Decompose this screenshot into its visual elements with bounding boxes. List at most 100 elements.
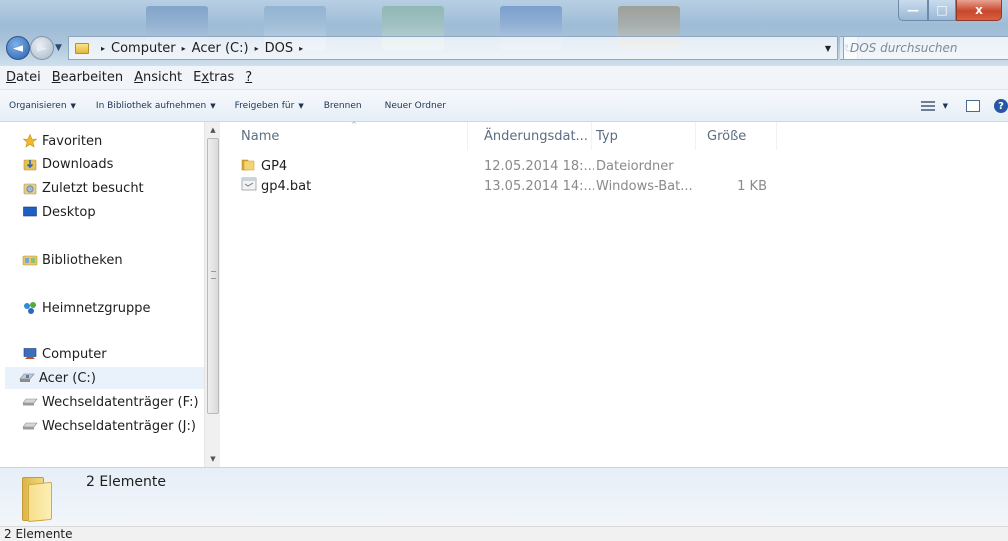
include-in-library-button[interactable]: In Bibliothek aufnehmen ▼ (96, 101, 216, 111)
downloads-folder-icon (22, 156, 38, 172)
close-button[interactable]: x (956, 0, 1002, 21)
status-bar: 2 Elemente (0, 526, 1008, 541)
chevron-right-icon[interactable]: ▸ (255, 44, 259, 53)
file-size-cell (707, 156, 767, 176)
nav-libraries[interactable]: Bibliotheken (22, 249, 226, 271)
nav-label: Acer (C:) (39, 370, 96, 386)
folder-icon (241, 158, 255, 175)
menu-accelerator: D (6, 70, 17, 85)
file-date-cell: 12.05.2014 18:... (484, 158, 594, 174)
nav-favorites[interactable]: Favoriten (22, 130, 226, 152)
menu-extras[interactable]: Extras (193, 70, 234, 85)
back-button[interactable]: ◄ (6, 36, 30, 60)
search-box (843, 36, 1008, 60)
sort-indicator-icon: ^ (351, 121, 357, 129)
menu-label: nsicht (143, 70, 183, 85)
menu-accelerator: ? (245, 70, 253, 85)
nav-label: Wechseldatenträger (J:) (42, 418, 196, 434)
recent-pages-dropdown[interactable]: ▼ (55, 43, 62, 53)
nav-drive-f[interactable]: Wechseldatenträger (F:) (22, 391, 226, 413)
batch-file-icon (241, 177, 257, 195)
menu-datei[interactable]: Datei (6, 70, 41, 85)
star-icon (22, 133, 38, 149)
nav-label: Zuletzt besucht (42, 180, 144, 196)
file-row[interactable]: gp4.bat 13.05.2014 14:... Windows-Bat...… (221, 176, 781, 196)
nav-label: Downloads (42, 156, 114, 172)
column-label: Größe (707, 128, 747, 144)
breadcrumb-computer[interactable]: Computer (111, 41, 176, 56)
column-header-size[interactable]: Größe (687, 122, 777, 150)
removable-drive-icon (22, 418, 38, 434)
new-folder-label: Neuer Ordner (384, 100, 446, 111)
folder-icon (22, 473, 56, 523)
scrollbar-grip (211, 271, 216, 279)
preview-pane-icon[interactable] (966, 100, 980, 112)
maximize-icon: □ (936, 3, 948, 17)
chevron-down-icon: ▼ (210, 101, 216, 110)
nav-drive-j[interactable]: Wechseldatenträger (J:) (22, 415, 226, 437)
file-type-cell: Windows-Bat... (596, 178, 693, 194)
close-icon: x (975, 3, 983, 17)
nav-desktop[interactable]: Desktop (22, 201, 226, 223)
scroll-up-icon[interactable]: ▲ (205, 122, 221, 138)
new-folder-button[interactable]: Neuer Ordner (385, 101, 446, 111)
address-dropdown-icon[interactable]: ▼ (825, 44, 831, 53)
forward-button[interactable]: ► (30, 36, 54, 60)
column-header-type[interactable]: Typ (576, 122, 696, 150)
nav-downloads[interactable]: Downloads (22, 153, 226, 175)
burn-button[interactable]: Brennen (324, 101, 362, 111)
share-with-button[interactable]: Freigeben für ▼ (235, 101, 304, 111)
help-glyph: ? (998, 100, 1004, 112)
chevron-right-icon[interactable]: ▸ (299, 44, 303, 53)
computer-icon (22, 346, 38, 362)
menu-label: earbeiten (60, 70, 124, 85)
forward-arrow-icon: ► (37, 40, 47, 56)
menu-accelerator: A (134, 70, 144, 85)
toolbar-right-group: ▼ ? (920, 90, 1008, 122)
file-name: GP4 (261, 158, 288, 174)
nav-label: Desktop (42, 204, 96, 220)
organize-button[interactable]: Organisieren ▼ (9, 101, 76, 111)
navigation-scrollbar[interactable]: ▲ ▼ (204, 122, 220, 467)
file-size-cell: 1 KB (737, 178, 767, 194)
nav-label: Heimnetzgruppe (42, 300, 151, 316)
column-label: Typ (596, 128, 618, 144)
breadcrumb-dos[interactable]: DOS (265, 41, 294, 56)
change-view-icon[interactable] (920, 101, 935, 111)
nav-computer[interactable]: Computer (22, 343, 226, 365)
column-header-date[interactable]: Änderungsdat... (464, 122, 592, 150)
folder-icon (75, 42, 89, 54)
maximize-button[interactable]: □ (928, 0, 956, 21)
chevron-right-icon[interactable]: ▸ (182, 44, 186, 53)
organize-label: Organisieren (9, 100, 67, 111)
nav-label: Wechseldatenträger (F:) (42, 394, 199, 410)
scrollbar-thumb[interactable] (207, 138, 219, 414)
help-icon[interactable]: ? (994, 99, 1008, 113)
removable-drive-icon (22, 394, 38, 410)
menu-bearbeiten[interactable]: Bearbeiten (52, 70, 123, 85)
scroll-down-icon[interactable]: ▼ (205, 451, 221, 467)
nav-drive-c[interactable]: Acer (C:) (5, 367, 204, 389)
breadcrumb-drive-c[interactable]: Acer (C:) (192, 41, 249, 56)
menu-help[interactable]: ? (245, 70, 252, 85)
menu-ansicht[interactable]: Ansicht (134, 70, 182, 85)
nav-recent-places[interactable]: Zuletzt besucht (22, 177, 226, 199)
chevron-down-icon[interactable]: ▼ (943, 102, 948, 110)
libraries-icon (22, 252, 38, 268)
homegroup-icon (22, 300, 38, 316)
window-title-bar: — □ x ◄ ► ▼ ▸ Computer ▸ Acer (C:) ▸ DOS… (0, 0, 1008, 66)
navigation-buttons: ◄ ► ▼ (6, 36, 64, 60)
chevron-right-icon[interactable]: ▸ (101, 44, 105, 53)
file-row[interactable]: GP4 12.05.2014 18:... Dateiordner (221, 156, 781, 176)
file-list: Name ^ Änderungsdat... Typ Größe GP4 12.… (221, 121, 1008, 467)
search-input[interactable] (844, 37, 1008, 59)
hard-drive-icon (19, 370, 35, 386)
column-header-name[interactable]: Name ^ (221, 121, 468, 150)
minimize-button[interactable]: — (898, 0, 928, 21)
menu-bar: Datei Bearbeiten Ansicht Extras ? (0, 66, 1008, 90)
details-pane: 2 Elemente (0, 467, 1008, 526)
nav-label: Computer (42, 346, 107, 362)
address-bar[interactable]: ▸ Computer ▸ Acer (C:) ▸ DOS ▸ ▼ (68, 36, 838, 60)
share-label: Freigeben für (234, 100, 295, 111)
nav-homegroup[interactable]: Heimnetzgruppe (22, 297, 226, 319)
